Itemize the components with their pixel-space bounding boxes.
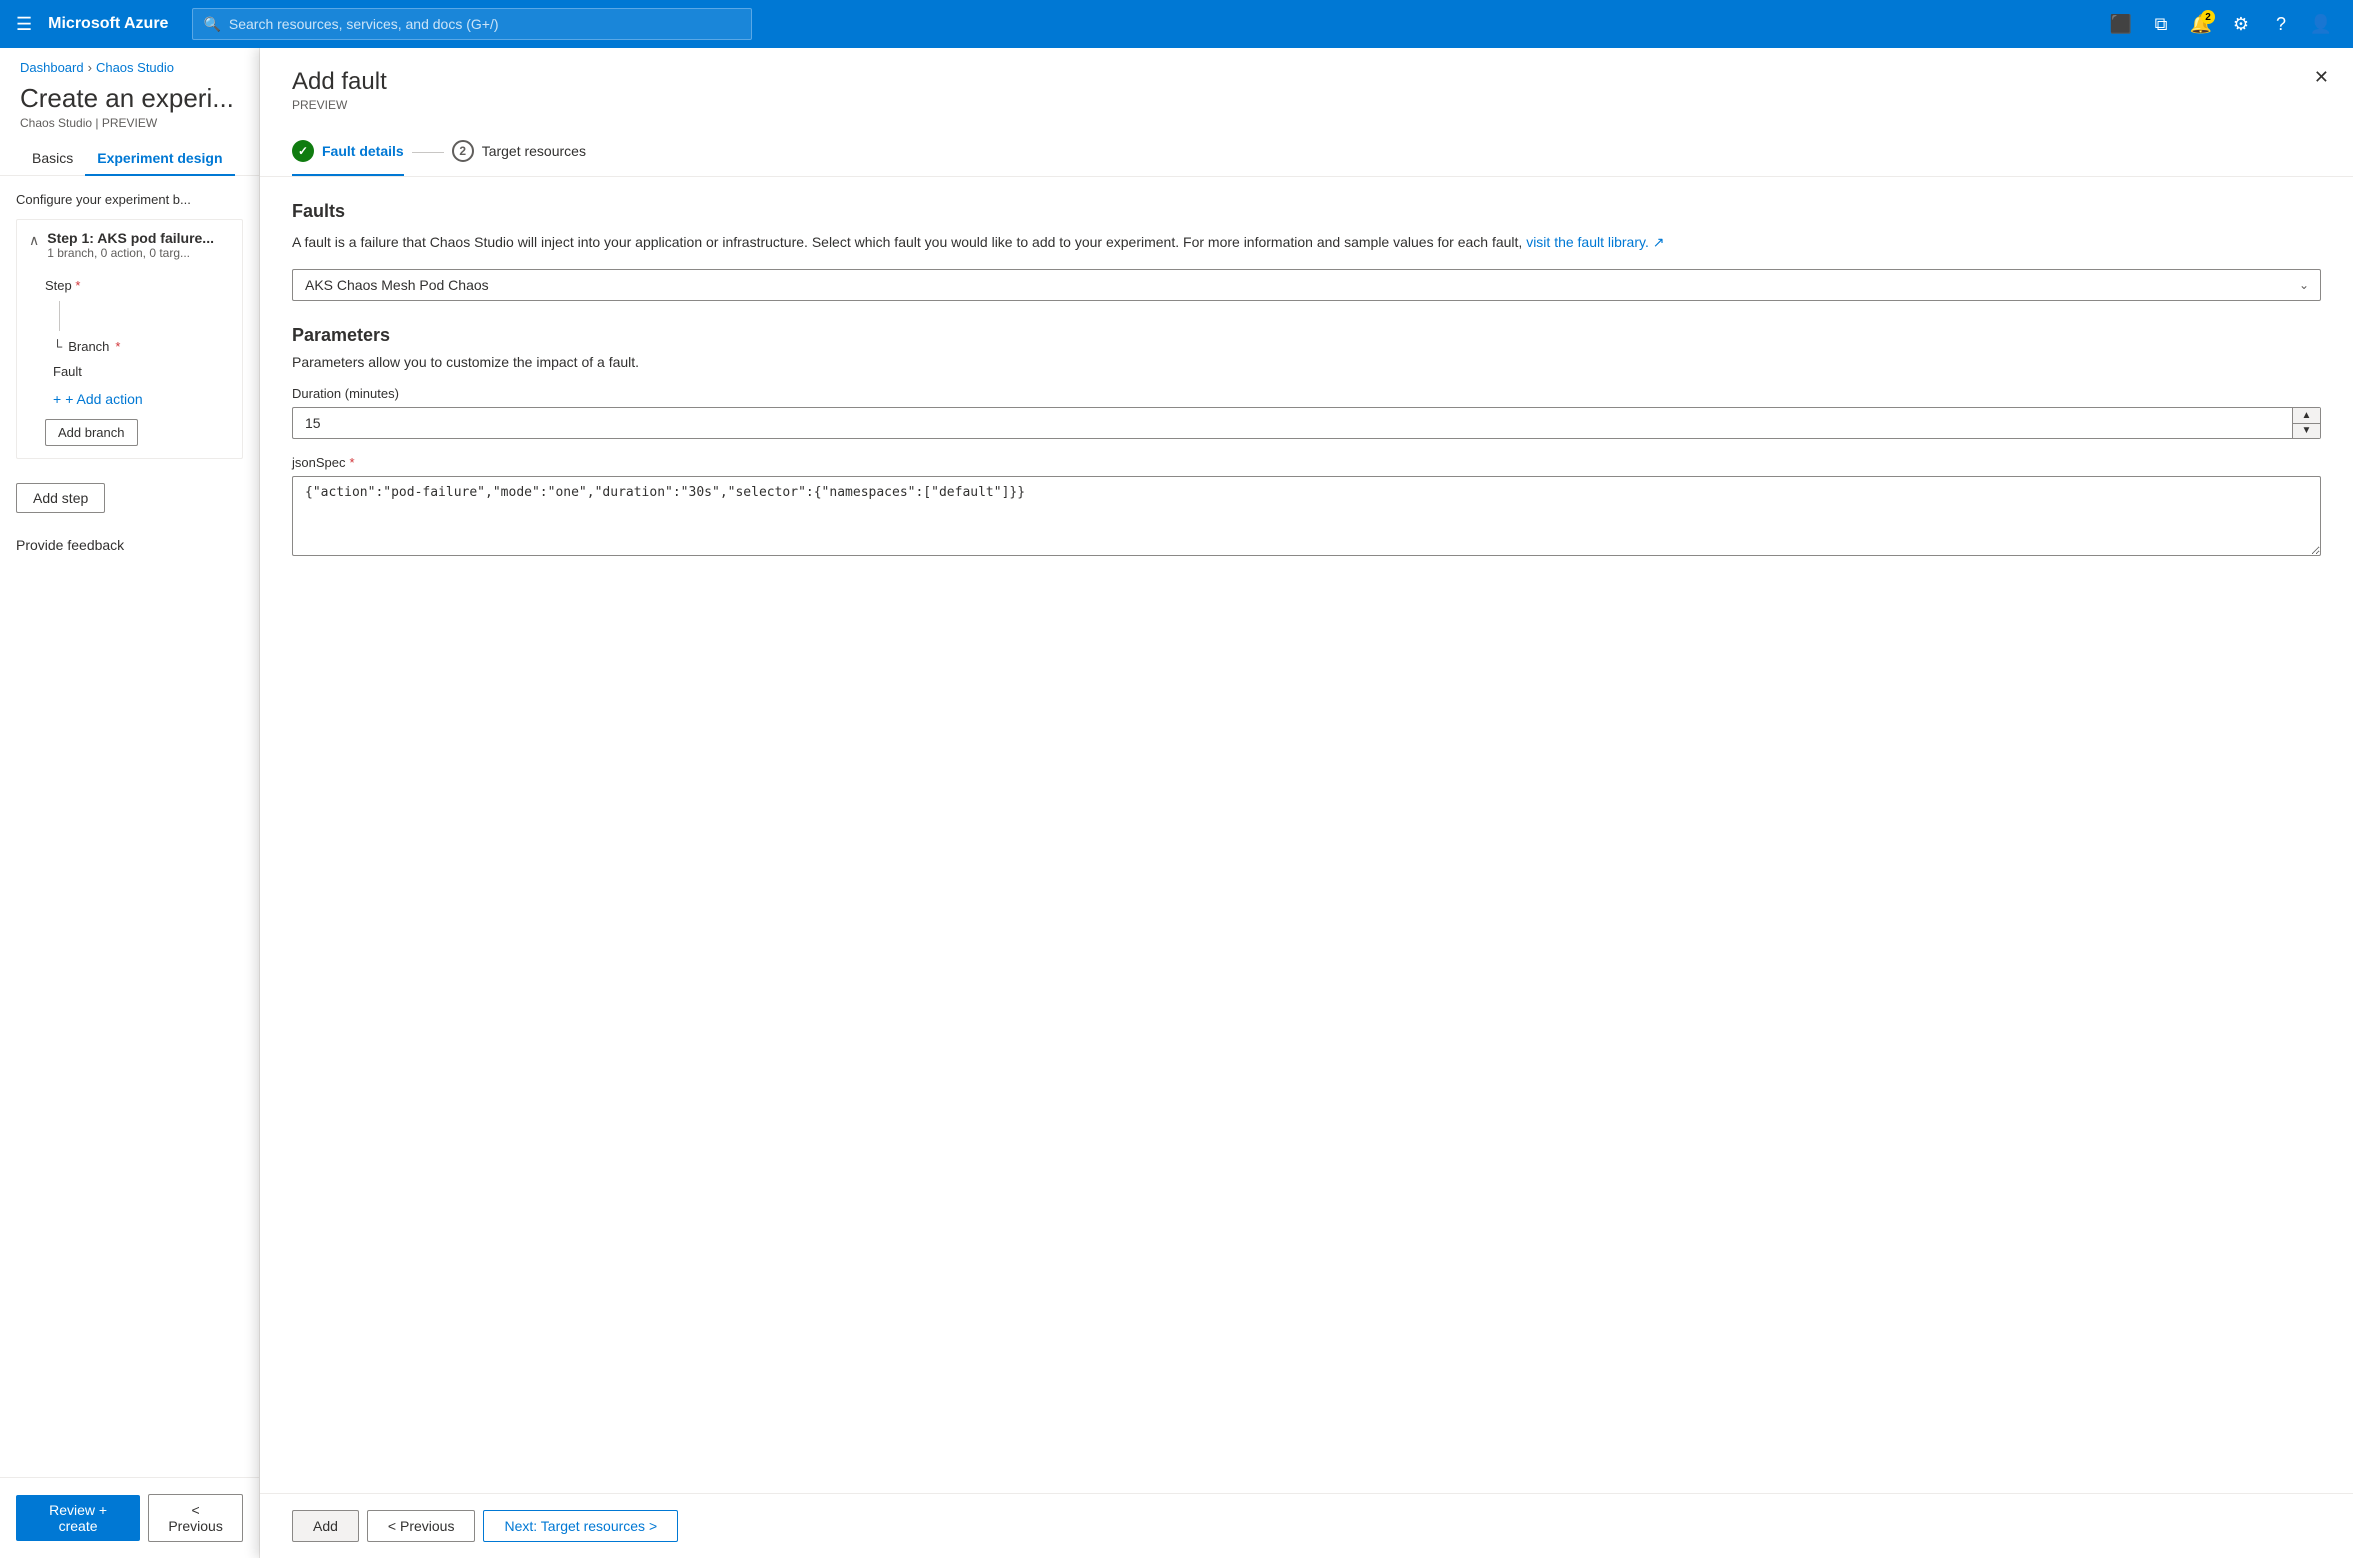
step-box: ∧ Step 1: AKS pod failure... 1 branch, 0… (16, 219, 243, 459)
search-input[interactable] (229, 16, 742, 32)
left-panel: Dashboard › Chaos Studio Create an exper… (0, 48, 260, 1558)
breadcrumb-separator: › (88, 60, 92, 75)
portal-icon[interactable]: ⧉ (2145, 8, 2177, 40)
step-indicator-target-resources[interactable]: 2 Target resources (452, 128, 586, 176)
configure-label: Configure your experiment b... (16, 192, 243, 207)
fault-dropdown-wrap: AKS Chaos Mesh Pod ChaosAKS Chaos Mesh N… (292, 269, 2321, 301)
fault-panel-title: Add fault (292, 68, 2321, 96)
parameters-section: Parameters Parameters allow you to custo… (292, 325, 2321, 559)
jsonspec-textarea[interactable]: {"action":"pod-failure","mode":"one","du… (292, 476, 2321, 556)
fault-panel-subtitle: PREVIEW (292, 98, 2321, 112)
number-spinners: ▲ ▼ (2292, 408, 2320, 438)
notifications-icon[interactable]: 🔔 2 (2185, 8, 2217, 40)
parameters-title: Parameters (292, 325, 2321, 346)
tab-basics[interactable]: Basics (20, 142, 85, 176)
duration-input-wrap: ▲ ▼ (292, 407, 2321, 439)
topbar-icons: ⬛ ⧉ 🔔 2 ⚙ ? 👤 (2105, 8, 2337, 40)
vertical-connector (59, 301, 60, 331)
breadcrumb: Dashboard › Chaos Studio (0, 48, 259, 79)
left-content: Configure your experiment b... ∧ Step 1:… (0, 176, 259, 1477)
topbar: ☰ Microsoft Azure 🔍 ⬛ ⧉ 🔔 2 ⚙ ? 👤 (0, 0, 2353, 48)
step-title: Step 1: AKS pod failure... (47, 230, 214, 246)
settings-icon[interactable]: ⚙ (2225, 8, 2257, 40)
page-subtitle: Chaos Studio | PREVIEW (0, 116, 259, 142)
search-icon: 🔍 (203, 16, 220, 33)
fault-panel-body: Faults A fault is a failure that Chaos S… (260, 177, 2353, 1493)
fault-row: Fault (53, 364, 230, 379)
tab-experiment-design[interactable]: Experiment design (85, 142, 234, 176)
faults-section-title: Faults (292, 201, 2321, 222)
duration-input[interactable] (292, 407, 2321, 439)
fault-panel-footer: Add < Previous Next: Target resources > (260, 1493, 2353, 1558)
review-create-button[interactable]: Review + create (16, 1495, 140, 1541)
parameters-desc: Parameters allow you to customize the im… (292, 354, 2321, 370)
fault-dropdown[interactable]: AKS Chaos Mesh Pod ChaosAKS Chaos Mesh N… (292, 269, 2321, 301)
jsonspec-label: jsonSpec * (292, 455, 2321, 470)
tabs-row: Basics Experiment design (0, 142, 259, 176)
branch-label: Branch (68, 339, 109, 354)
add-action-row[interactable]: + + Add action (53, 391, 230, 407)
step-label-1: Fault details (322, 143, 404, 159)
step-label: Step * (45, 278, 230, 293)
fault-library-link[interactable]: visit the fault library. ↗ (1526, 234, 1664, 250)
step-label-2: Target resources (482, 143, 586, 159)
steps-separator (412, 152, 444, 153)
step-subtitle: 1 branch, 0 action, 0 targ... (47, 246, 214, 260)
next-target-resources-button[interactable]: Next: Target resources > (483, 1510, 678, 1542)
step-field: Step * (45, 278, 230, 293)
main-layout: Dashboard › Chaos Studio Create an exper… (0, 48, 2353, 1558)
terminal-icon[interactable]: ⬛ (2105, 8, 2137, 40)
search-bar[interactable]: 🔍 (192, 8, 752, 40)
hamburger-icon[interactable]: ☰ (16, 14, 32, 35)
duration-label: Duration (minutes) (292, 386, 2321, 401)
breadcrumb-chaos-studio[interactable]: Chaos Studio (96, 60, 174, 75)
provide-feedback: Provide feedback (16, 525, 243, 565)
fault-panel-header: Add fault PREVIEW ✕ ✓ Fault details 2 Ta… (260, 48, 2353, 177)
jsonspec-required-star: * (349, 455, 354, 470)
add-button[interactable]: Add (292, 1510, 359, 1542)
page-title: Create an experi... (0, 79, 259, 116)
close-button[interactable]: ✕ (2314, 68, 2329, 86)
left-bottom: Review + create < Previous (0, 1477, 259, 1558)
previous-button[interactable]: < Previous (148, 1494, 243, 1542)
help-icon[interactable]: ? (2265, 8, 2297, 40)
steps-indicator: ✓ Fault details 2 Target resources (292, 128, 2321, 176)
step-num-2: 2 (452, 140, 474, 162)
spinner-down-button[interactable]: ▼ (2293, 424, 2320, 439)
branch-connector: └ (53, 339, 62, 354)
add-branch-button[interactable]: Add branch (45, 419, 138, 446)
faults-section-desc: A fault is a failure that Chaos Studio w… (292, 232, 2321, 253)
step-indicator-fault-details[interactable]: ✓ Fault details (292, 128, 404, 176)
add-step-button[interactable]: Add step (16, 483, 105, 513)
branch-row: └ Branch * (53, 339, 230, 354)
account-icon[interactable]: 👤 (2305, 8, 2337, 40)
add-action-plus-icon: + (53, 391, 61, 407)
fault-label: Fault (53, 364, 82, 379)
fault-panel: Add fault PREVIEW ✕ ✓ Fault details 2 Ta… (260, 48, 2353, 1558)
step-body: Step * └ Branch * Fault + + Add action (17, 270, 242, 458)
faults-section: Faults A fault is a failure that Chaos S… (292, 201, 2321, 301)
breadcrumb-dashboard[interactable]: Dashboard (20, 60, 84, 75)
footer-previous-button[interactable]: < Previous (367, 1510, 476, 1542)
notification-badge: 2 (2201, 10, 2215, 24)
step-chevron-icon: ∧ (29, 232, 39, 249)
step-header[interactable]: ∧ Step 1: AKS pod failure... 1 branch, 0… (17, 220, 242, 270)
step-num-1: ✓ (292, 140, 314, 162)
app-title: Microsoft Azure (48, 15, 168, 33)
spinner-up-button[interactable]: ▲ (2293, 408, 2320, 423)
add-action-label[interactable]: + Add action (65, 391, 142, 407)
